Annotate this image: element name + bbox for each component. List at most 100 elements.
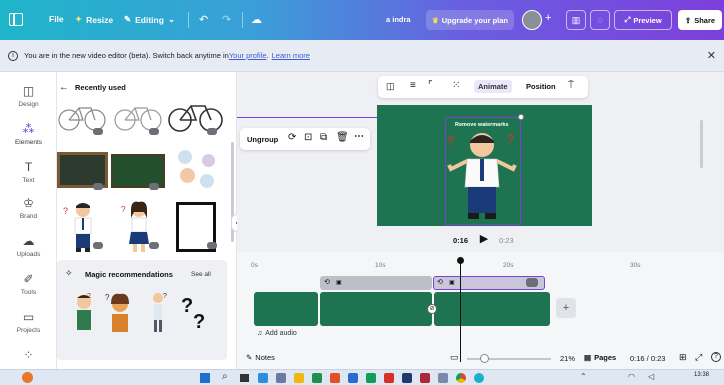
position-button[interactable]: Position bbox=[526, 82, 556, 91]
corner-rounding-icon[interactable]: ⌜ bbox=[428, 80, 433, 91]
video-clip-1[interactable] bbox=[254, 292, 318, 326]
app-icon[interactable] bbox=[330, 373, 340, 383]
search-icon[interactable]: ⌕ bbox=[222, 371, 228, 382]
video-clip-3[interactable] bbox=[434, 292, 550, 326]
resize-button[interactable]: ✦ Resize bbox=[75, 14, 113, 25]
app-icon[interactable] bbox=[384, 373, 394, 383]
start-icon[interactable] bbox=[200, 373, 210, 383]
share-button[interactable]: ⇪ Share bbox=[678, 10, 722, 30]
rail-apps[interactable]: ⁘ bbox=[0, 348, 57, 365]
flip-icon[interactable]: ◫ bbox=[386, 81, 395, 92]
design-page[interactable]: Remove watermarks ? ? bbox=[377, 105, 592, 226]
sidebar-toggle-icon[interactable] bbox=[9, 13, 23, 26]
help-icon[interactable]: ? bbox=[711, 352, 721, 362]
app-icon[interactable] bbox=[312, 373, 322, 383]
app-icon[interactable] bbox=[402, 373, 412, 383]
app-icon[interactable] bbox=[474, 373, 484, 383]
close-icon[interactable]: ✕ bbox=[707, 49, 716, 62]
app-icon[interactable] bbox=[420, 373, 430, 383]
magic-item-2[interactable]: ? bbox=[103, 290, 137, 334]
analytics-icon[interactable]: ▥ bbox=[566, 10, 586, 30]
rail-brand[interactable]: ♔ Brand bbox=[0, 196, 57, 220]
chrome-icon[interactable] bbox=[456, 373, 466, 383]
rail-label: Elements bbox=[14, 139, 43, 146]
magic-item-3[interactable]: ? bbox=[143, 288, 173, 334]
fullscreen-icon[interactable]: ⤢ bbox=[695, 352, 702, 363]
rotate-icon[interactable]: ⟳ bbox=[288, 132, 296, 143]
notes-button[interactable]: ✎ Notes bbox=[246, 353, 275, 362]
avatar[interactable] bbox=[522, 10, 542, 30]
redo-icon[interactable]: ↷ bbox=[222, 13, 231, 26]
rail-uploads[interactable]: ☁ Uploads bbox=[0, 234, 57, 258]
upgrade-button[interactable]: ♛ Upgrade your plan bbox=[426, 10, 514, 30]
ruler-tick: 20s bbox=[503, 262, 514, 269]
back-arrow-icon[interactable]: ← bbox=[59, 82, 69, 93]
pages-button[interactable]: ▤ Pages bbox=[584, 353, 616, 362]
apps-icon: ⁘ bbox=[23, 348, 34, 362]
top-bar: File ✦ Resize ✎ Editing ⌄ ↶ ↷ ☁ a indra … bbox=[0, 0, 724, 40]
weather-icon[interactable] bbox=[22, 372, 33, 383]
app-icon[interactable] bbox=[276, 373, 286, 383]
element-track-clip-1[interactable]: ⟲ ▣ bbox=[320, 276, 432, 290]
ungroup-button[interactable]: Ungroup bbox=[247, 135, 278, 144]
clock[interactable]: 13:38 bbox=[694, 372, 709, 378]
design-title[interactable]: a indra bbox=[386, 15, 411, 24]
lock-icon[interactable]: ⊡ bbox=[304, 132, 312, 143]
app-icon[interactable] bbox=[438, 373, 448, 383]
editing-label: Editing bbox=[135, 14, 164, 25]
boy-character[interactable]: ? ? bbox=[441, 127, 523, 223]
selection-handle[interactable] bbox=[518, 114, 524, 120]
trash-icon[interactable]: 🗑 bbox=[336, 132, 349, 143]
taskview-icon[interactable] bbox=[240, 374, 249, 382]
duplicate-icon[interactable]: ⧉ bbox=[320, 132, 327, 143]
playhead-handle[interactable] bbox=[457, 257, 464, 264]
transition-icon[interactable]: ⊘ bbox=[427, 304, 437, 314]
rail-tools[interactable]: ✐ Tools bbox=[0, 272, 57, 296]
rail-text[interactable]: T Text bbox=[0, 160, 57, 184]
add-collaborator-icon[interactable]: + bbox=[545, 12, 551, 24]
fit-icon[interactable]: ▭ bbox=[450, 352, 459, 363]
rail-elements[interactable]: ⁂ Elements bbox=[0, 122, 57, 146]
cloud-saved-icon[interactable]: ☁ bbox=[251, 13, 262, 26]
video-clip-2[interactable] bbox=[320, 292, 432, 326]
magic-item-1[interactable]: ? bbox=[69, 290, 99, 334]
app-icon[interactable] bbox=[258, 373, 268, 383]
add-audio-button[interactable]: ♫ Add audio bbox=[257, 330, 297, 337]
volume-icon[interactable]: ◁ bbox=[648, 372, 654, 381]
canvas-scrollbar[interactable] bbox=[700, 120, 703, 168]
add-page-button[interactable]: + bbox=[556, 298, 576, 318]
app-icon[interactable] bbox=[366, 373, 376, 383]
paint-format-icon[interactable]: ⍑ bbox=[568, 80, 574, 91]
learn-more-link[interactable]: Learn more bbox=[272, 51, 310, 60]
app-icon[interactable] bbox=[294, 373, 304, 383]
rail-label: Tools bbox=[20, 289, 37, 296]
app-icon[interactable] bbox=[348, 373, 358, 383]
see-all-link[interactable]: See all bbox=[191, 271, 211, 278]
rail-projects[interactable]: ▭ Projects bbox=[0, 310, 57, 334]
tray-chevron-icon[interactable]: ⌃ bbox=[580, 372, 587, 381]
rail-design[interactable]: ◫ Design bbox=[0, 84, 57, 108]
pencil-icon: ✎ bbox=[124, 14, 132, 24]
preview-button[interactable]: ⤢ Preview bbox=[614, 10, 672, 30]
svg-text:?: ? bbox=[105, 293, 110, 302]
undo-icon[interactable]: ↶ bbox=[199, 13, 208, 26]
magic-item-4[interactable]: ?? bbox=[179, 290, 213, 334]
comment-icon[interactable]: ◌ bbox=[590, 10, 610, 30]
profile-link[interactable]: Your profile bbox=[229, 51, 267, 60]
border-style-icon[interactable]: ≡ bbox=[410, 80, 416, 91]
play-button[interactable]: ▶ bbox=[477, 232, 491, 246]
file-menu[interactable]: File bbox=[49, 14, 64, 24]
grid-view-icon[interactable]: ⊞ bbox=[679, 352, 687, 363]
wifi-icon[interactable]: ◠ bbox=[628, 372, 635, 381]
playhead-line[interactable] bbox=[460, 258, 461, 362]
clip-options-icon[interactable] bbox=[526, 278, 538, 287]
preview-label: Preview bbox=[633, 15, 662, 25]
panel-header: Recently used bbox=[75, 83, 126, 92]
transparency-icon[interactable]: ⁙ bbox=[452, 80, 460, 91]
editing-menu[interactable]: ✎ Editing ⌄ bbox=[124, 14, 175, 25]
more-icon[interactable]: ⋯ bbox=[354, 131, 364, 142]
animate-button[interactable]: Animate bbox=[474, 80, 512, 93]
element-track-clip-2[interactable]: ⟲ ▣ bbox=[433, 276, 545, 290]
zoom-slider-thumb[interactable] bbox=[480, 354, 489, 363]
element-face-stickers[interactable] bbox=[170, 148, 225, 194]
